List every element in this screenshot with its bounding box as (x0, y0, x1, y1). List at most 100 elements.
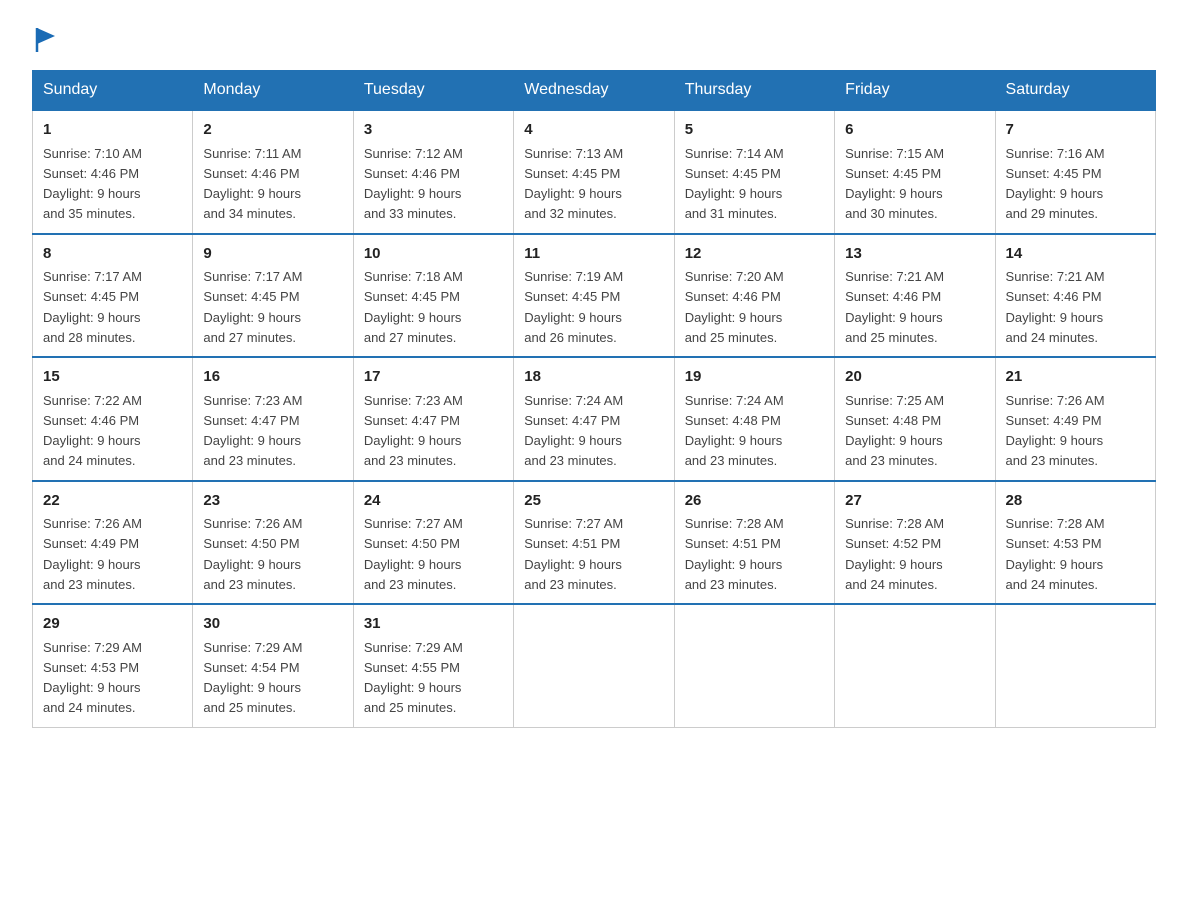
calendar-cell: 19 Sunrise: 7:24 AMSunset: 4:48 PMDayligh… (674, 357, 834, 481)
day-number: 16 (203, 366, 342, 389)
calendar-cell: 1 Sunrise: 7:10 AMSunset: 4:46 PMDaylight… (33, 110, 193, 234)
calendar-cell: 9 Sunrise: 7:17 AMSunset: 4:45 PMDaylight… (193, 234, 353, 358)
calendar-cell: 12 Sunrise: 7:20 AMSunset: 4:46 PMDayligh… (674, 234, 834, 358)
calendar-cell: 14 Sunrise: 7:21 AMSunset: 4:46 PMDayligh… (995, 234, 1155, 358)
day-info: Sunrise: 7:29 AMSunset: 4:53 PMDaylight:… (43, 640, 142, 716)
logo-flag-icon (35, 26, 59, 54)
day-number: 20 (845, 366, 984, 389)
calendar-cell: 26 Sunrise: 7:28 AMSunset: 4:51 PMDayligh… (674, 481, 834, 605)
day-info: Sunrise: 7:29 AMSunset: 4:55 PMDaylight:… (364, 640, 463, 716)
day-info: Sunrise: 7:26 AMSunset: 4:50 PMDaylight:… (203, 516, 302, 592)
calendar-cell: 28Sunrise: 7:28 AMSunset: 4:53 PMDayligh… (995, 481, 1155, 605)
day-number: 28 (1006, 490, 1145, 513)
day-info: Sunrise: 7:21 AMSunset: 4:46 PMDaylight:… (845, 269, 944, 345)
day-number: 21 (1006, 366, 1145, 389)
week-row-4: 22 Sunrise: 7:26 AMSunset: 4:49 PMDayligh… (33, 481, 1156, 605)
day-number: 12 (685, 243, 824, 266)
calendar-cell: 10Sunrise: 7:18 AMSunset: 4:45 PMDayligh… (353, 234, 513, 358)
day-number: 18 (524, 366, 663, 389)
day-info: Sunrise: 7:28 AMSunset: 4:51 PMDaylight:… (685, 516, 784, 592)
day-number: 1 (43, 119, 182, 142)
day-info: Sunrise: 7:23 AMSunset: 4:47 PMDaylight:… (203, 393, 302, 469)
day-info: Sunrise: 7:16 AMSunset: 4:45 PMDaylight:… (1006, 146, 1105, 222)
day-number: 8 (43, 243, 182, 266)
calendar-cell: 21 Sunrise: 7:26 AMSunset: 4:49 PMDayligh… (995, 357, 1155, 481)
calendar-cell: 4 Sunrise: 7:13 AMSunset: 4:45 PMDaylight… (514, 110, 674, 234)
weekday-header-saturday: Saturday (995, 71, 1155, 111)
day-info: Sunrise: 7:12 AMSunset: 4:46 PMDaylight:… (364, 146, 463, 222)
calendar-cell: 8Sunrise: 7:17 AMSunset: 4:45 PMDaylight… (33, 234, 193, 358)
day-info: Sunrise: 7:23 AMSunset: 4:47 PMDaylight:… (364, 393, 463, 469)
calendar-cell: 17 Sunrise: 7:23 AMSunset: 4:47 PMDayligh… (353, 357, 513, 481)
day-number: 2 (203, 119, 342, 142)
calendar-cell: 16 Sunrise: 7:23 AMSunset: 4:47 PMDayligh… (193, 357, 353, 481)
calendar-cell: 23 Sunrise: 7:26 AMSunset: 4:50 PMDayligh… (193, 481, 353, 605)
day-number: 24 (364, 490, 503, 513)
day-number: 22 (43, 490, 182, 513)
day-number: 17 (364, 366, 503, 389)
calendar-cell: 30 Sunrise: 7:29 AMSunset: 4:54 PMDayligh… (193, 604, 353, 727)
day-number: 7 (1006, 119, 1145, 142)
day-number: 30 (203, 613, 342, 636)
weekday-header-wednesday: Wednesday (514, 71, 674, 111)
day-number: 13 (845, 243, 984, 266)
calendar-cell: 31 Sunrise: 7:29 AMSunset: 4:55 PMDayligh… (353, 604, 513, 727)
weekday-header-friday: Friday (835, 71, 995, 111)
day-number: 26 (685, 490, 824, 513)
week-row-1: 1 Sunrise: 7:10 AMSunset: 4:46 PMDaylight… (33, 110, 1156, 234)
calendar-cell: 20Sunrise: 7:25 AMSunset: 4:48 PMDayligh… (835, 357, 995, 481)
day-number: 31 (364, 613, 503, 636)
day-info: Sunrise: 7:20 AMSunset: 4:46 PMDaylight:… (685, 269, 784, 345)
day-number: 9 (203, 243, 342, 266)
weekday-header-thursday: Thursday (674, 71, 834, 111)
calendar-cell (995, 604, 1155, 727)
day-info: Sunrise: 7:26 AMSunset: 4:49 PMDaylight:… (43, 516, 142, 592)
calendar-cell (674, 604, 834, 727)
day-info: Sunrise: 7:22 AMSunset: 4:46 PMDaylight:… (43, 393, 142, 469)
day-number: 23 (203, 490, 342, 513)
day-number: 4 (524, 119, 663, 142)
day-number: 6 (845, 119, 984, 142)
calendar-cell (835, 604, 995, 727)
day-info: Sunrise: 7:26 AMSunset: 4:49 PMDaylight:… (1006, 393, 1105, 469)
day-number: 25 (524, 490, 663, 513)
calendar-cell: 18 Sunrise: 7:24 AMSunset: 4:47 PMDayligh… (514, 357, 674, 481)
day-info: Sunrise: 7:11 AMSunset: 4:46 PMDaylight:… (203, 146, 301, 222)
calendar-cell: 27Sunrise: 7:28 AMSunset: 4:52 PMDayligh… (835, 481, 995, 605)
day-info: Sunrise: 7:15 AMSunset: 4:45 PMDaylight:… (845, 146, 944, 222)
day-info: Sunrise: 7:27 AMSunset: 4:50 PMDaylight:… (364, 516, 463, 592)
calendar-cell: 7 Sunrise: 7:16 AMSunset: 4:45 PMDaylight… (995, 110, 1155, 234)
day-info: Sunrise: 7:24 AMSunset: 4:48 PMDaylight:… (685, 393, 784, 469)
weekday-header-monday: Monday (193, 71, 353, 111)
day-number: 19 (685, 366, 824, 389)
calendar-cell: 29 Sunrise: 7:29 AMSunset: 4:53 PMDayligh… (33, 604, 193, 727)
day-number: 15 (43, 366, 182, 389)
calendar-cell: 2 Sunrise: 7:11 AMSunset: 4:46 PMDaylight… (193, 110, 353, 234)
day-number: 14 (1006, 243, 1145, 266)
weekday-header-tuesday: Tuesday (353, 71, 513, 111)
calendar-table: SundayMondayTuesdayWednesdayThursdayFrid… (32, 70, 1156, 728)
day-info: Sunrise: 7:29 AMSunset: 4:54 PMDaylight:… (203, 640, 302, 716)
day-info: Sunrise: 7:21 AMSunset: 4:46 PMDaylight:… (1006, 269, 1105, 345)
week-row-5: 29 Sunrise: 7:29 AMSunset: 4:53 PMDayligh… (33, 604, 1156, 727)
day-info: Sunrise: 7:28 AMSunset: 4:52 PMDaylight:… (845, 516, 944, 592)
logo (32, 24, 59, 54)
day-number: 29 (43, 613, 182, 636)
calendar-cell: 13 Sunrise: 7:21 AMSunset: 4:46 PMDayligh… (835, 234, 995, 358)
week-row-3: 15 Sunrise: 7:22 AMSunset: 4:46 PMDayligh… (33, 357, 1156, 481)
day-number: 5 (685, 119, 824, 142)
calendar-cell: 15 Sunrise: 7:22 AMSunset: 4:46 PMDayligh… (33, 357, 193, 481)
day-info: Sunrise: 7:19 AMSunset: 4:45 PMDaylight:… (524, 269, 623, 345)
week-row-2: 8 Sunrise: 7:17 AMSunset: 4:45 PMDaylight… (33, 234, 1156, 358)
day-info: Sunrise: 7:24 AMSunset: 4:47 PMDaylight:… (524, 393, 623, 469)
day-info: Sunrise: 7:17 AMSunset: 4:45 PMDaylight:… (203, 269, 302, 345)
day-info: Sunrise: 7:10 AMSunset: 4:46 PMDaylight:… (43, 146, 142, 222)
calendar-cell: 3 Sunrise: 7:12 AMSunset: 4:46 PMDaylight… (353, 110, 513, 234)
calendar-cell: 5Sunrise: 7:14 AMSunset: 4:45 PMDaylight… (674, 110, 834, 234)
calendar-cell: 25Sunrise: 7:27 AMSunset: 4:51 PMDayligh… (514, 481, 674, 605)
day-number: 3 (364, 119, 503, 142)
calendar-cell: 11Sunrise: 7:19 AMSunset: 4:45 PMDayligh… (514, 234, 674, 358)
day-info: Sunrise: 7:13 AMSunset: 4:45 PMDaylight:… (524, 146, 623, 222)
calendar-cell: 6 Sunrise: 7:15 AMSunset: 4:45 PMDaylight… (835, 110, 995, 234)
day-number: 10 (364, 243, 503, 266)
